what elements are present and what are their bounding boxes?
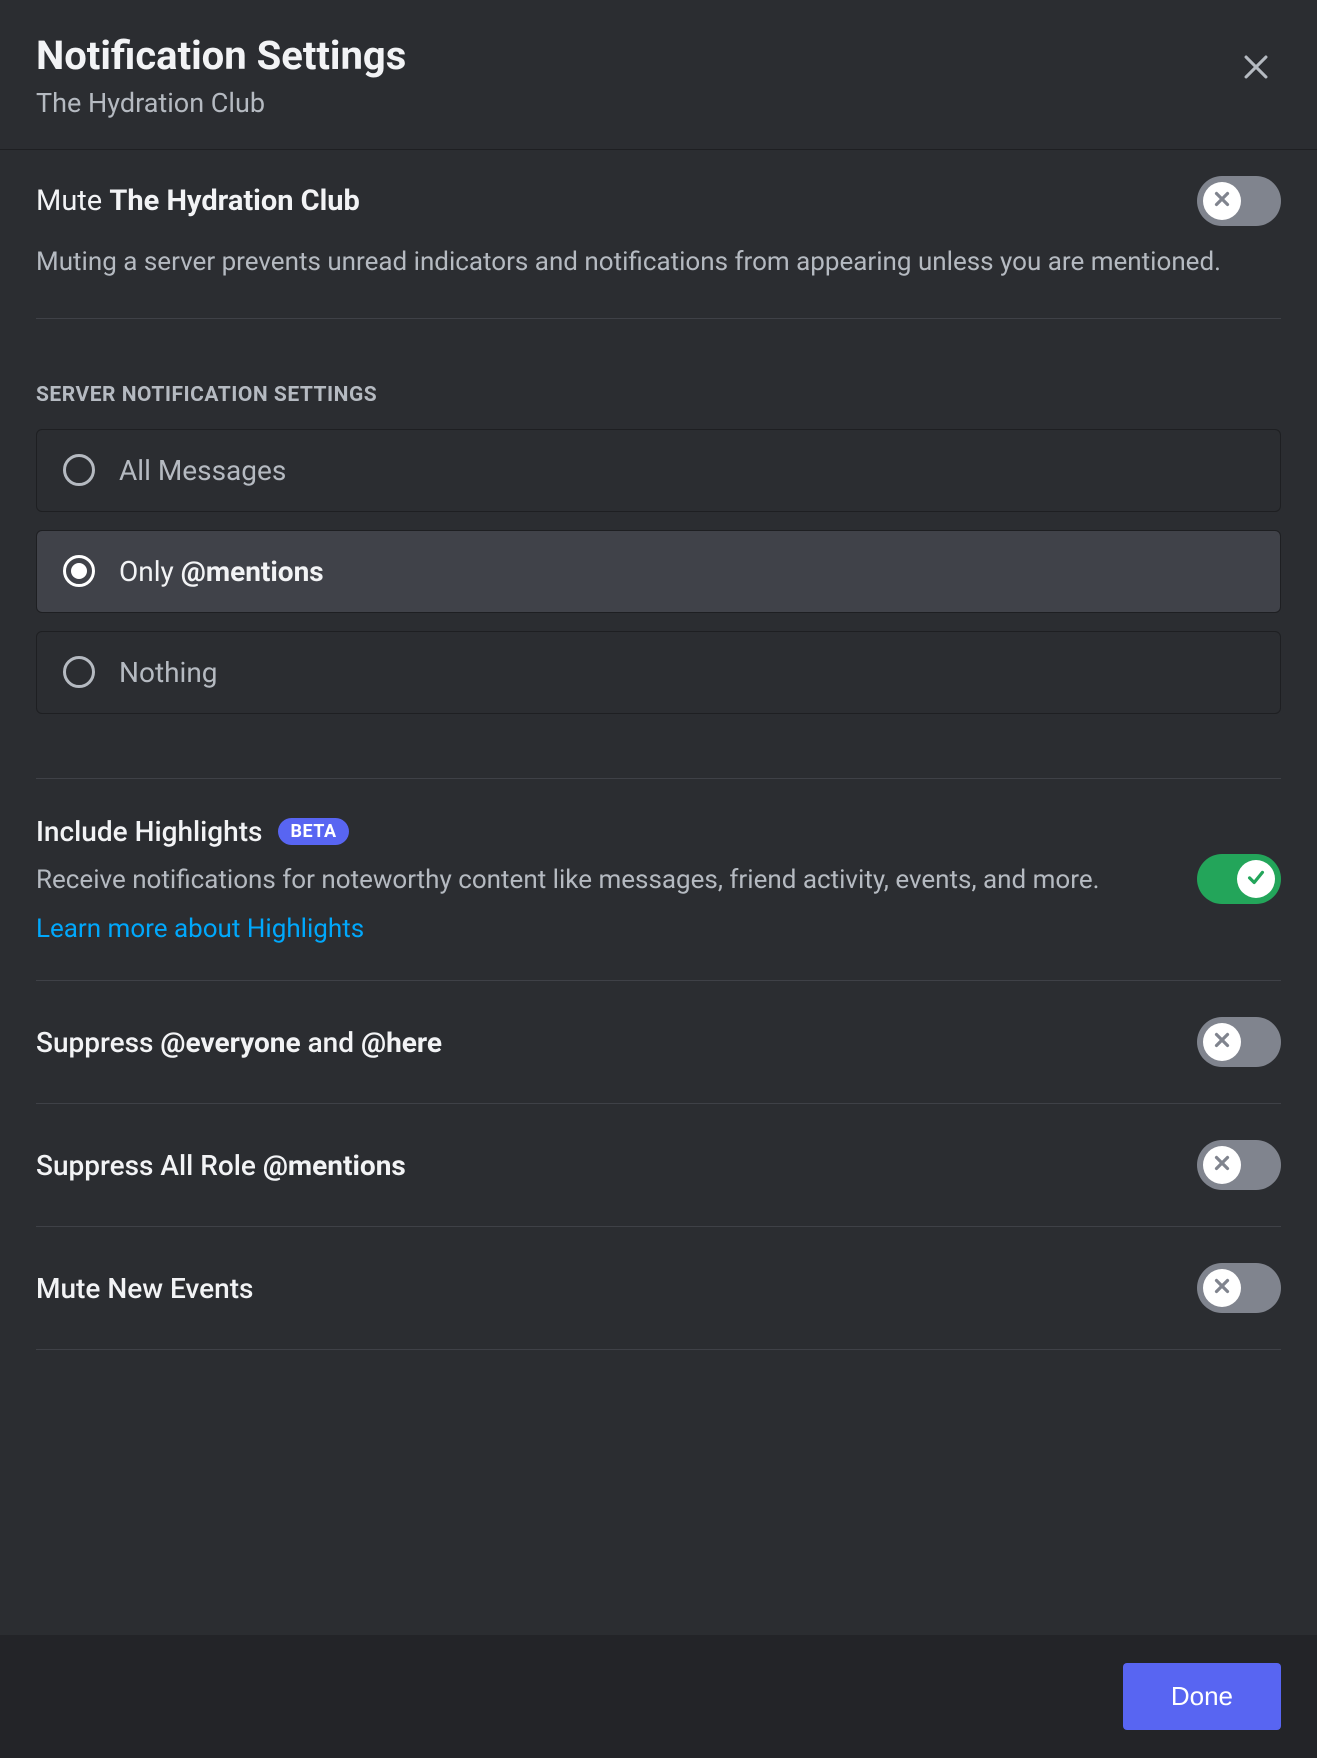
mute-events-toggle[interactable]	[1197, 1263, 1281, 1313]
modal-title: Notification Settings	[36, 32, 406, 80]
x-icon	[1211, 1152, 1233, 1178]
suppress-roles-toggle[interactable]	[1197, 1140, 1281, 1190]
mute-label-prefix: Mute	[36, 184, 109, 218]
mute-row: Mute The Hydration Club	[36, 176, 1281, 226]
mute-events-row: Mute New Events	[36, 1227, 1281, 1350]
toggle-knob	[1203, 182, 1241, 220]
highlights-title: Include Highlights	[36, 815, 262, 848]
x-icon	[1211, 188, 1233, 214]
close-icon	[1239, 50, 1273, 87]
toggle-knob	[1237, 860, 1275, 898]
modal-subtitle: The Hydration Club	[36, 86, 406, 121]
modal-footer: Done	[0, 1635, 1317, 1758]
done-button[interactable]: Done	[1123, 1663, 1281, 1730]
radio-circle-icon	[63, 656, 95, 688]
x-icon	[1211, 1029, 1233, 1055]
radio-nothing[interactable]: Nothing	[36, 631, 1281, 714]
radio-circle-icon	[63, 555, 95, 587]
radio-circle-icon	[63, 454, 95, 486]
notification-settings-modal: Notification Settings The Hydration Club…	[0, 0, 1317, 1758]
mute-events-title: Mute New Events	[36, 1272, 1197, 1305]
setting-left: Include Highlights BETA Receive notifica…	[36, 815, 1197, 944]
setting-left: Suppress All Role @mentions	[36, 1149, 1197, 1182]
setting-left: Suppress @everyone and @here	[36, 1026, 1197, 1059]
notification-radio-group: All Messages Only @mentions Nothing	[36, 429, 1281, 714]
suppress-everyone-toggle[interactable]	[1197, 1017, 1281, 1067]
highlights-toggle[interactable]	[1197, 854, 1281, 904]
suppress-roles-row: Suppress All Role @mentions	[36, 1104, 1281, 1227]
toggle-knob	[1203, 1146, 1241, 1184]
setting-title-row: Include Highlights BETA	[36, 815, 1197, 848]
setting-left: Mute New Events	[36, 1272, 1197, 1305]
x-icon	[1211, 1275, 1233, 1301]
radio-all-messages[interactable]: All Messages	[36, 429, 1281, 512]
highlights-learn-more-link[interactable]: Learn more about Highlights	[36, 914, 1197, 944]
beta-badge: BETA	[278, 818, 348, 845]
highlights-description: Receive notifications for noteworthy con…	[36, 862, 1197, 898]
mute-label-server: The Hydration Club	[109, 184, 360, 218]
mute-description: Muting a server prevents unread indicato…	[36, 244, 1281, 282]
radio-label: Nothing	[119, 656, 218, 689]
mute-toggle[interactable]	[1197, 176, 1281, 226]
include-highlights-row: Include Highlights BETA Receive notifica…	[36, 779, 1281, 981]
header-text: Notification Settings The Hydration Club	[36, 32, 406, 121]
suppress-everyone-title: Suppress @everyone and @here	[36, 1026, 1197, 1059]
check-icon	[1245, 866, 1267, 892]
mute-section: Mute The Hydration Club Muting a server …	[36, 150, 1281, 319]
radio-only-mentions[interactable]: Only @mentions	[36, 530, 1281, 613]
mute-label: Mute The Hydration Club	[36, 184, 360, 218]
toggle-knob	[1203, 1023, 1241, 1061]
server-notification-heading: SERVER NOTIFICATION SETTINGS	[36, 383, 1281, 407]
suppress-roles-title: Suppress All Role @mentions	[36, 1149, 1197, 1182]
toggle-knob	[1203, 1269, 1241, 1307]
suppress-everyone-row: Suppress @everyone and @here	[36, 981, 1281, 1104]
modal-header: Notification Settings The Hydration Club	[0, 0, 1317, 150]
close-button[interactable]	[1231, 42, 1281, 95]
radio-label: All Messages	[119, 454, 286, 487]
radio-label: Only @mentions	[119, 555, 324, 588]
modal-content: Mute The Hydration Club Muting a server …	[0, 150, 1317, 1635]
